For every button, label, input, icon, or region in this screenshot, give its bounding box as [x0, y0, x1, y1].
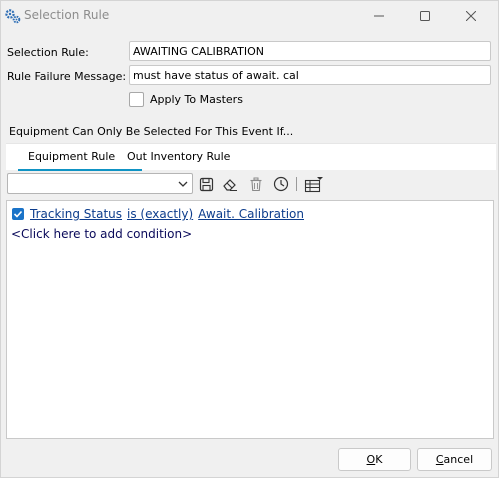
maximize-icon — [420, 11, 430, 21]
selection-rule-input[interactable] — [129, 41, 491, 61]
add-condition-link[interactable]: <Click here to add condition> — [11, 227, 192, 241]
tab-equipment-rule[interactable]: Equipment Rule — [17, 150, 143, 171]
cancel-button-label: ancel — [443, 453, 474, 466]
apply-to-masters-label: Apply To Masters — [150, 93, 243, 106]
rule-tabs: Equipment Rule Out Inventory Rule — [6, 143, 496, 171]
selection-rule-label: Selection Rule: — [7, 46, 89, 59]
cancel-button[interactable]: Cancel — [417, 448, 492, 471]
window-title: Selection Rule — [24, 8, 110, 22]
minimize-button[interactable] — [356, 1, 402, 31]
close-button[interactable] — [448, 1, 494, 31]
rule-description: Equipment Can Only Be Selected For This … — [9, 125, 294, 138]
cancel-button-mnemonic: C — [435, 453, 444, 466]
rule-editor[interactable]: Tracking Status is (exactly) Await. Cali… — [6, 200, 494, 439]
rule-toolbar — [7, 173, 497, 195]
table-options-button[interactable] — [304, 174, 324, 194]
apply-to-masters-checkbox[interactable]: Apply To Masters — [129, 92, 243, 107]
eraser-icon — [223, 178, 237, 191]
condition-value-link[interactable]: Await. Calibration — [198, 207, 304, 221]
selection-rule-window: Selection Rule Selection Rule: Rule Fail… — [0, 0, 499, 478]
save-rule-button[interactable] — [196, 174, 216, 194]
title-bar: Selection Rule — [1, 1, 498, 31]
gears-app-icon — [5, 8, 21, 24]
chevron-down-icon — [178, 181, 188, 187]
close-icon — [466, 11, 476, 21]
checkmark-icon — [13, 210, 23, 218]
condition-checkbox[interactable] — [12, 208, 24, 220]
minimize-icon — [374, 15, 384, 17]
rule-history-button[interactable] — [271, 174, 291, 194]
trash-icon — [250, 177, 262, 191]
clear-rule-button[interactable] — [220, 174, 240, 194]
tab-out-inventory-rule[interactable]: Out Inventory Rule — [121, 150, 236, 169]
condition-operator-link[interactable]: is (exactly) — [127, 207, 193, 221]
ok-button[interactable]: OK — [338, 448, 411, 471]
rule-condition: Tracking Status is (exactly) Await. Cali… — [12, 207, 304, 221]
save-icon — [199, 177, 213, 191]
apply-to-masters-box[interactable] — [129, 92, 144, 107]
condition-field-link[interactable]: Tracking Status — [30, 207, 122, 221]
toolbar-separator — [296, 177, 297, 191]
delete-rule-button[interactable] — [246, 174, 266, 194]
ok-button-mnemonic: O — [366, 453, 376, 466]
saved-rule-combo[interactable] — [7, 173, 193, 194]
table-options-icon — [304, 176, 323, 192]
ok-button-label: K — [375, 453, 383, 466]
clock-icon — [273, 176, 289, 192]
failure-message-label: Rule Failure Message: — [7, 70, 127, 83]
failure-message-input[interactable] — [129, 65, 491, 85]
maximize-button[interactable] — [402, 1, 448, 31]
